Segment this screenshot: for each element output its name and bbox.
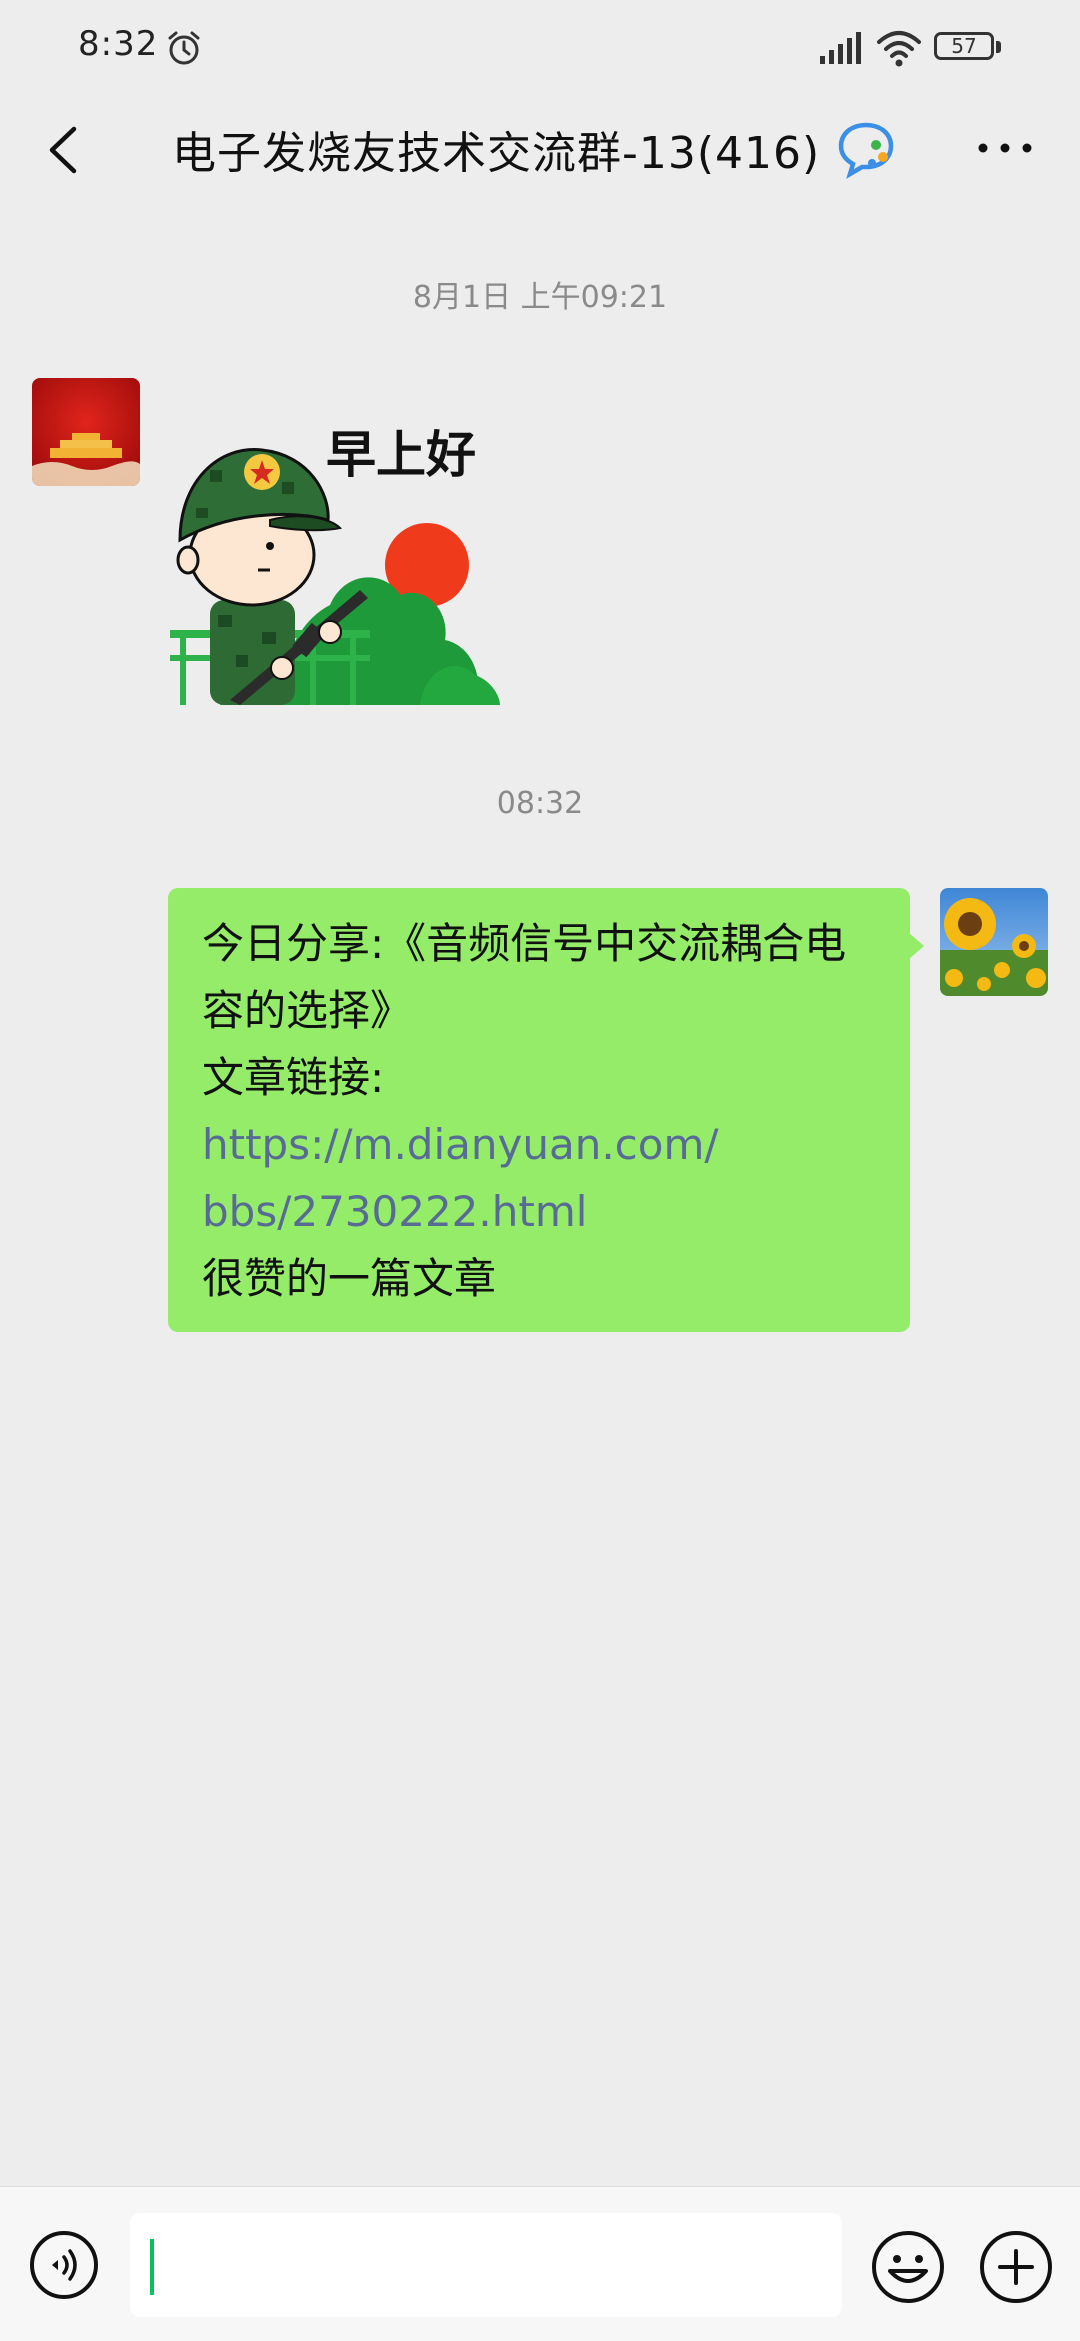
sticker-caption: 早上好 [326,426,476,484]
battery-level: 57 [951,34,977,58]
wifi-icon [877,31,921,67]
message-timestamp: 08:32 [496,786,584,821]
bubble-tail [908,932,924,960]
message-line: 很赞的一篇文章 [202,1254,497,1303]
chat-header: 电子发烧友技术交流群-13(416) [0,95,1080,210]
chat-bubble-icon[interactable] [836,119,896,179]
battery-icon: 57 [934,32,1004,64]
status-time: 8:32 [78,24,159,64]
input-bar [0,2186,1080,2341]
message-line: 今日分享:《音频信号中交流耦合电 [202,919,847,968]
article-link[interactable]: https://m.dianyuan.com/ [202,1111,880,1178]
alarm-icon [168,31,200,65]
more-dots-icon[interactable] [970,123,1040,173]
avatar[interactable] [940,888,1048,996]
message-line: 容的选择》 [202,986,413,1035]
signal-icon [820,32,861,64]
chat-title: 电子发烧友技术交流群-13(416) [172,128,821,179]
voice-icon[interactable] [28,2229,100,2301]
message-timestamp: 8月1日 上午09:21 [412,280,668,315]
emoji-icon[interactable] [870,2229,946,2305]
back-arrow-icon[interactable] [30,115,100,185]
status-bar: 8:32 57 [0,0,1080,95]
avatar[interactable] [32,378,140,486]
message-input[interactable] [130,2213,842,2317]
message-line: 文章链接: [202,1053,385,1102]
plus-icon[interactable] [978,2229,1054,2305]
message-bubble[interactable]: 今日分享:《音频信号中交流耦合电 容的选择》 文章链接: https://m.d… [168,888,910,1332]
text-cursor [150,2239,154,2295]
article-link[interactable]: bbs/2730222.html [202,1178,880,1245]
